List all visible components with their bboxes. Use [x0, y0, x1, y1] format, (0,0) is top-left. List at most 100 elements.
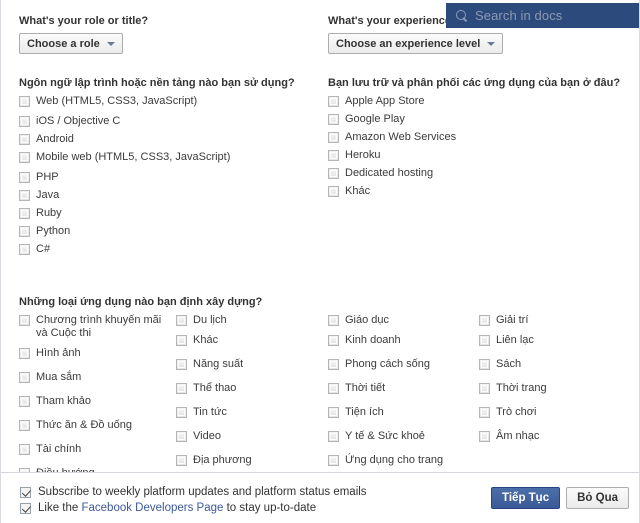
- role-dropdown[interactable]: Choose a role: [19, 33, 123, 54]
- checkbox-row-google-play[interactable]: Google Play: [328, 113, 628, 126]
- checkbox-php[interactable]: [19, 172, 30, 183]
- checkbox-row-shopping[interactable]: Mua sắm: [19, 371, 169, 384]
- checkbox-label-mobile-web: Mobile web (HTML5, CSS3, JavaScript): [36, 151, 231, 163]
- checkbox-google-play[interactable]: [328, 114, 339, 125]
- checkbox-row-python[interactable]: Python: [19, 225, 319, 238]
- checkbox-entertainment[interactable]: [479, 315, 490, 326]
- checkbox-communication[interactable]: [479, 335, 490, 346]
- checkbox-row-csharp[interactable]: C#: [19, 243, 319, 256]
- checkbox-local[interactable]: [176, 455, 187, 466]
- experience-dropdown[interactable]: Choose an experience level: [328, 33, 504, 54]
- checkbox-books[interactable]: [479, 359, 490, 370]
- checkbox-row-business[interactable]: Kinh doanh: [328, 334, 478, 347]
- subscribe-checkbox-row[interactable]: Subscribe to weekly platform updates and…: [20, 486, 367, 498]
- like-prefix: Like the: [38, 502, 82, 514]
- checkbox-reference[interactable]: [19, 396, 30, 407]
- checkbox-row-ruby[interactable]: Ruby: [19, 207, 319, 220]
- checkbox-row-heroku[interactable]: Heroku: [328, 149, 628, 162]
- facebook-developers-page-link[interactable]: Facebook Developers Page: [81, 502, 223, 514]
- checkbox-label-ruby: Ruby: [36, 207, 62, 219]
- checkbox-food-drink[interactable]: [19, 420, 30, 431]
- like-page-checkbox-row[interactable]: Like the Facebook Developers Page to sta…: [20, 502, 367, 514]
- checkbox-row-lifestyle[interactable]: Phong cách sống: [328, 358, 478, 371]
- continue-button[interactable]: Tiếp Tục: [491, 487, 561, 509]
- checkbox-ruby[interactable]: [19, 208, 30, 219]
- checkbox-like-page[interactable]: [20, 502, 31, 514]
- checkbox-row-weather[interactable]: Thời tiết: [328, 382, 478, 395]
- checkbox-row-aws[interactable]: Amazon Web Services: [328, 131, 628, 144]
- checkbox-row-page-apps[interactable]: Ứng dụng cho trang: [328, 454, 478, 467]
- checkbox-page-apps[interactable]: [328, 455, 339, 466]
- checkbox-android[interactable]: [19, 134, 30, 145]
- checkbox-row-photos[interactable]: Hình ảnh: [19, 347, 169, 360]
- checkbox-row-news[interactable]: Tin tức: [176, 406, 326, 419]
- checkbox-promotions[interactable]: [19, 315, 30, 326]
- checkbox-row-music[interactable]: Âm nhạc: [479, 430, 629, 443]
- checkbox-subscribe[interactable]: [20, 486, 31, 498]
- checkbox-row-ios[interactable]: iOS / Objective C: [19, 115, 319, 128]
- checkbox-lifestyle[interactable]: [328, 359, 339, 370]
- checkbox-heroku[interactable]: [328, 150, 339, 161]
- checkbox-row-android[interactable]: Android: [19, 133, 319, 146]
- checkbox-row-games[interactable]: Trò chơi: [479, 406, 629, 419]
- checkbox-ios[interactable]: [19, 116, 30, 127]
- checkbox-row-apple-app-store[interactable]: Apple App Store: [328, 95, 628, 108]
- checkbox-row-php[interactable]: PHP: [19, 171, 319, 184]
- checkbox-news[interactable]: [176, 407, 187, 418]
- checkbox-row-other[interactable]: Khác: [176, 334, 326, 347]
- checkbox-row-entertainment[interactable]: Giải trí: [479, 314, 629, 327]
- checkbox-row-communication[interactable]: Liên lạc: [479, 334, 629, 347]
- checkbox-row-dedicated-hosting[interactable]: Dedicated hosting: [328, 167, 628, 180]
- checkbox-csharp[interactable]: [19, 244, 30, 255]
- checkbox-music[interactable]: [479, 431, 490, 442]
- checkbox-apple-app-store[interactable]: [328, 96, 339, 107]
- checkbox-row-video[interactable]: Video: [176, 430, 326, 443]
- checkbox-label-hosting-other: Khác: [345, 185, 371, 197]
- checkbox-sports[interactable]: [176, 383, 187, 394]
- checkbox-productivity[interactable]: [176, 359, 187, 370]
- experience-dropdown-label: Choose an experience level: [336, 37, 481, 50]
- checkbox-photos[interactable]: [19, 348, 30, 359]
- checkbox-web[interactable]: [19, 96, 30, 107]
- checkbox-row-reference[interactable]: Tham khảo: [19, 395, 169, 408]
- checkbox-hosting-other[interactable]: [328, 186, 339, 197]
- checkbox-travel[interactable]: [176, 315, 187, 326]
- checkbox-label-utilities: Tiện ích: [345, 406, 384, 418]
- checkbox-row-books[interactable]: Sách: [479, 358, 629, 371]
- checkbox-row-productivity[interactable]: Năng suất: [176, 358, 326, 371]
- checkbox-video[interactable]: [176, 431, 187, 442]
- checkbox-row-travel[interactable]: Du lịch: [176, 314, 326, 327]
- checkbox-row-education[interactable]: Giáo dục: [328, 314, 478, 327]
- checkbox-education[interactable]: [328, 315, 339, 326]
- checkbox-row-fashion[interactable]: Thời trang: [479, 382, 629, 395]
- checkbox-row-utilities[interactable]: Tiện ích: [328, 406, 478, 419]
- checkbox-aws[interactable]: [328, 132, 339, 143]
- search-in-docs-bar[interactable]: Search in docs: [446, 3, 639, 28]
- checkbox-row-java[interactable]: Java: [19, 189, 319, 202]
- checkbox-dedicated-hosting[interactable]: [328, 168, 339, 179]
- checkbox-business[interactable]: [328, 335, 339, 346]
- checkbox-label-lifestyle: Phong cách sống: [345, 358, 431, 370]
- checkbox-row-local[interactable]: Địa phương: [176, 454, 326, 467]
- checkbox-row-hosting-other[interactable]: Khác: [328, 185, 628, 198]
- checkbox-java[interactable]: [19, 190, 30, 201]
- checkbox-row-health-fitness[interactable]: Y tế & Sức khoẻ: [328, 430, 478, 443]
- checkbox-shopping[interactable]: [19, 372, 30, 383]
- checkbox-row-web[interactable]: Web (HTML5, CSS3, JavaScript): [19, 95, 319, 108]
- checkbox-mobile-web[interactable]: [19, 152, 30, 163]
- checkbox-python[interactable]: [19, 226, 30, 237]
- checkbox-other[interactable]: [176, 335, 187, 346]
- checkbox-row-sports[interactable]: Thể thao: [176, 382, 326, 395]
- checkbox-row-food-drink[interactable]: Thức ăn & Đồ uống: [19, 419, 169, 432]
- checkbox-utilities[interactable]: [328, 407, 339, 418]
- checkbox-finance[interactable]: [19, 444, 30, 455]
- checkbox-row-promotions[interactable]: Chương trình khuyến mãi và Cuộc thi: [19, 314, 169, 340]
- checkbox-health-fitness[interactable]: [328, 431, 339, 442]
- checkbox-fashion[interactable]: [479, 383, 490, 394]
- checkbox-games[interactable]: [479, 407, 490, 418]
- search-input-placeholder[interactable]: Search in docs: [475, 8, 562, 23]
- checkbox-row-mobile-web[interactable]: Mobile web (HTML5, CSS3, JavaScript): [19, 151, 319, 164]
- skip-button[interactable]: Bỏ Qua: [566, 487, 629, 509]
- checkbox-row-finance[interactable]: Tài chính: [19, 443, 169, 456]
- checkbox-weather[interactable]: [328, 383, 339, 394]
